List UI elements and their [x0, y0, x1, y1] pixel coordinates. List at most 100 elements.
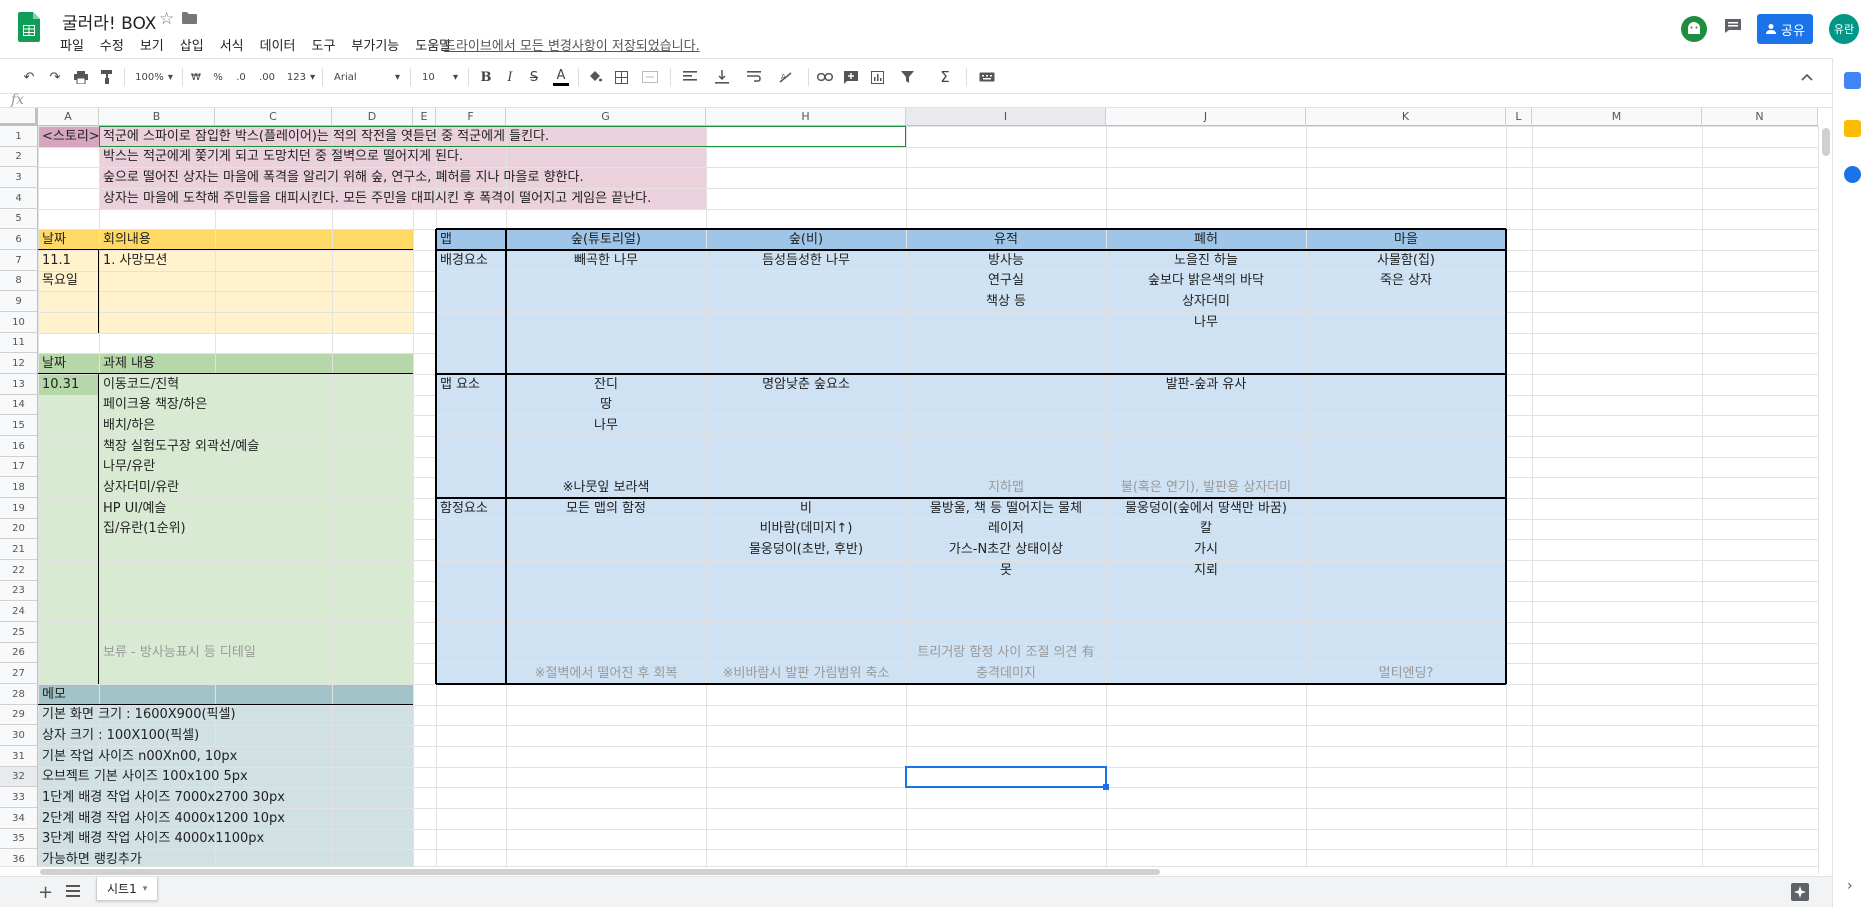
cell-J10[interactable]: 나무	[1106, 312, 1306, 333]
cell-B6[interactable]: 회의내용	[103, 229, 151, 250]
cell-A28[interactable]: 메모	[42, 684, 66, 705]
font-family-select[interactable]: Arial ▾	[330, 59, 404, 95]
column-header[interactable]: N	[1702, 108, 1818, 126]
row-header[interactable]: 34	[0, 808, 38, 829]
cell-B17[interactable]: 나무/유란	[103, 457, 155, 477]
row-header[interactable]: 24	[0, 601, 38, 622]
add-sheet-button[interactable]: +	[38, 882, 53, 903]
paint-format-icon[interactable]	[96, 59, 118, 95]
column-header[interactable]: D	[332, 108, 413, 126]
functions-icon[interactable]: Σ	[930, 59, 960, 95]
row-header[interactable]: 6	[0, 229, 38, 250]
meet-icon[interactable]	[1681, 16, 1707, 42]
bold-icon[interactable]: B	[476, 59, 496, 95]
cell-I9[interactable]: 책상 등	[906, 291, 1106, 312]
cell-B12[interactable]: 과제 내용	[103, 353, 155, 374]
row-header[interactable]: 29	[0, 705, 38, 725]
cell-F19[interactable]: 함정요소	[440, 498, 488, 519]
cell-J22[interactable]: 지뢰	[1106, 560, 1306, 581]
cell-A31[interactable]: 기본 작업 사이즈 n00Xn00, 10px	[42, 746, 237, 767]
tasks-icon[interactable]	[1844, 166, 1861, 183]
row-header[interactable]: 21	[0, 539, 38, 560]
cell-A1[interactable]: <스토리>	[42, 126, 100, 147]
insert-comment-icon[interactable]	[840, 59, 862, 95]
cell-H21[interactable]: 물웅덩이(초반, 후반)	[706, 539, 906, 560]
row-header[interactable]: 31	[0, 746, 38, 767]
horizontal-align-icon[interactable]	[676, 59, 704, 95]
horizontal-scroll-thumb[interactable]	[40, 869, 1160, 875]
cell-J6[interactable]: 폐허	[1106, 229, 1306, 250]
row-header[interactable]: 28	[0, 684, 38, 705]
cell-A8[interactable]: 목요일	[42, 271, 78, 291]
input-tools-icon[interactable]	[970, 59, 1004, 95]
row-header[interactable]: 18	[0, 477, 38, 498]
cell-K7[interactable]: 사물함(집)	[1306, 250, 1506, 271]
cell-B2[interactable]: 박스는 적군에게 쫓기게 되고 도망치던 중 절벽으로 떨어지게 된다.	[103, 147, 463, 167]
cell-J8[interactable]: 숲보다 밝은색의 바닥	[1106, 271, 1306, 291]
cell-G27[interactable]: ※절벽에서 떨어진 후 회복	[506, 663, 706, 684]
cell-G19[interactable]: 모든 맵의 함정	[506, 498, 706, 519]
column-header[interactable]: F	[436, 108, 506, 126]
increase-decimal-button[interactable]: .00	[256, 59, 278, 95]
cell-H13[interactable]: 명암낮춘 숲요소	[706, 374, 906, 395]
cell-H7[interactable]: 듬성듬성한 나무	[706, 250, 906, 271]
cell-B18[interactable]: 상자더미/유란	[103, 477, 179, 498]
cell-J21[interactable]: 가시	[1106, 539, 1306, 560]
cell-H6[interactable]: 숲(비)	[706, 229, 906, 250]
menu-item[interactable]: 부가기능	[351, 35, 399, 54]
fill-handle[interactable]	[1103, 784, 1109, 790]
avatar[interactable]: 유란	[1829, 14, 1859, 44]
column-header[interactable]: L	[1506, 108, 1532, 126]
menu-item[interactable]: 데이터	[260, 35, 296, 54]
text-color-icon[interactable]: A	[550, 59, 572, 95]
cell-A30[interactable]: 상자 크기 : 100X100(픽셀)	[42, 725, 199, 746]
column-header[interactable]: H	[706, 108, 906, 126]
menu-item[interactable]: 보기	[140, 35, 164, 54]
menu-item[interactable]: 삽입	[180, 35, 204, 54]
select-all-corner[interactable]	[0, 108, 38, 126]
formula-bar[interactable]: fx	[0, 92, 1832, 108]
filter-icon[interactable]	[892, 59, 922, 95]
row-header[interactable]: 16	[0, 436, 38, 457]
column-header[interactable]: E	[413, 108, 436, 126]
menu-item[interactable]: 서식	[220, 35, 244, 54]
row-header[interactable]: 14	[0, 395, 38, 415]
row-header[interactable]: 32	[0, 767, 38, 787]
link-icon[interactable]	[814, 59, 836, 95]
cell-B1[interactable]: 적군에 스파이로 잠입한 박스(플레이어)는 적의 작전을 엿듣던 중 적군에게…	[103, 126, 549, 147]
cell-A32[interactable]: 오브젝트 기본 사이즈 100x100 5px	[42, 767, 248, 787]
row-header[interactable]: 8	[0, 271, 38, 291]
cell-G18[interactable]: ※나뭇잎 보라색	[506, 477, 706, 498]
cell-J7[interactable]: 노을진 하늘	[1106, 250, 1306, 271]
row-header[interactable]: 1	[0, 126, 38, 147]
cell-A13[interactable]: 10.31	[42, 374, 79, 395]
collapse-toolbar-icon[interactable]	[1796, 59, 1818, 95]
cell-B7[interactable]: 1. 사망모션	[103, 250, 167, 271]
cell-I6[interactable]: 유적	[906, 229, 1106, 250]
comment-icon[interactable]	[1724, 18, 1742, 34]
cell-H19[interactable]: 비	[706, 498, 906, 519]
cell-I18[interactable]: 지하맵	[906, 477, 1106, 498]
cell-B3[interactable]: 숲으로 떨어진 상자는 마을에 폭격을 알리기 위해 숲, 연구소, 폐허를 지…	[103, 167, 584, 188]
menu-item[interactable]: 도구	[312, 35, 336, 54]
row-header[interactable]: 22	[0, 560, 38, 581]
row-header[interactable]: 4	[0, 188, 38, 209]
menu-item[interactable]: 파일	[60, 35, 84, 54]
share-button[interactable]: 공유	[1757, 14, 1813, 44]
row-header[interactable]: 9	[0, 291, 38, 312]
cell-I19[interactable]: 물방울, 책 등 떨어지는 물체	[906, 498, 1106, 519]
merge-cells-icon[interactable]	[636, 59, 664, 95]
row-header[interactable]: 5	[0, 209, 38, 229]
row-header[interactable]: 13	[0, 374, 38, 395]
undo-icon[interactable]: ↶	[18, 59, 40, 95]
calendar-icon[interactable]	[1844, 72, 1861, 89]
cell-B4[interactable]: 상자는 마을에 도착해 주민들을 대피시킨다. 모든 주민을 대피시킨 후 폭격…	[103, 188, 651, 209]
sheets-logo-icon[interactable]	[18, 12, 40, 42]
cell-J9[interactable]: 상자더미	[1106, 291, 1306, 312]
cell-B15[interactable]: 배치/하은	[103, 415, 155, 436]
row-header[interactable]: 7	[0, 250, 38, 271]
cell-J13[interactable]: 발판-숲과 유사	[1106, 374, 1306, 395]
cell-F7[interactable]: 배경요소	[440, 250, 488, 271]
cell-B14[interactable]: 페이크용 책장/하은	[103, 395, 207, 415]
keep-icon[interactable]	[1844, 120, 1861, 137]
